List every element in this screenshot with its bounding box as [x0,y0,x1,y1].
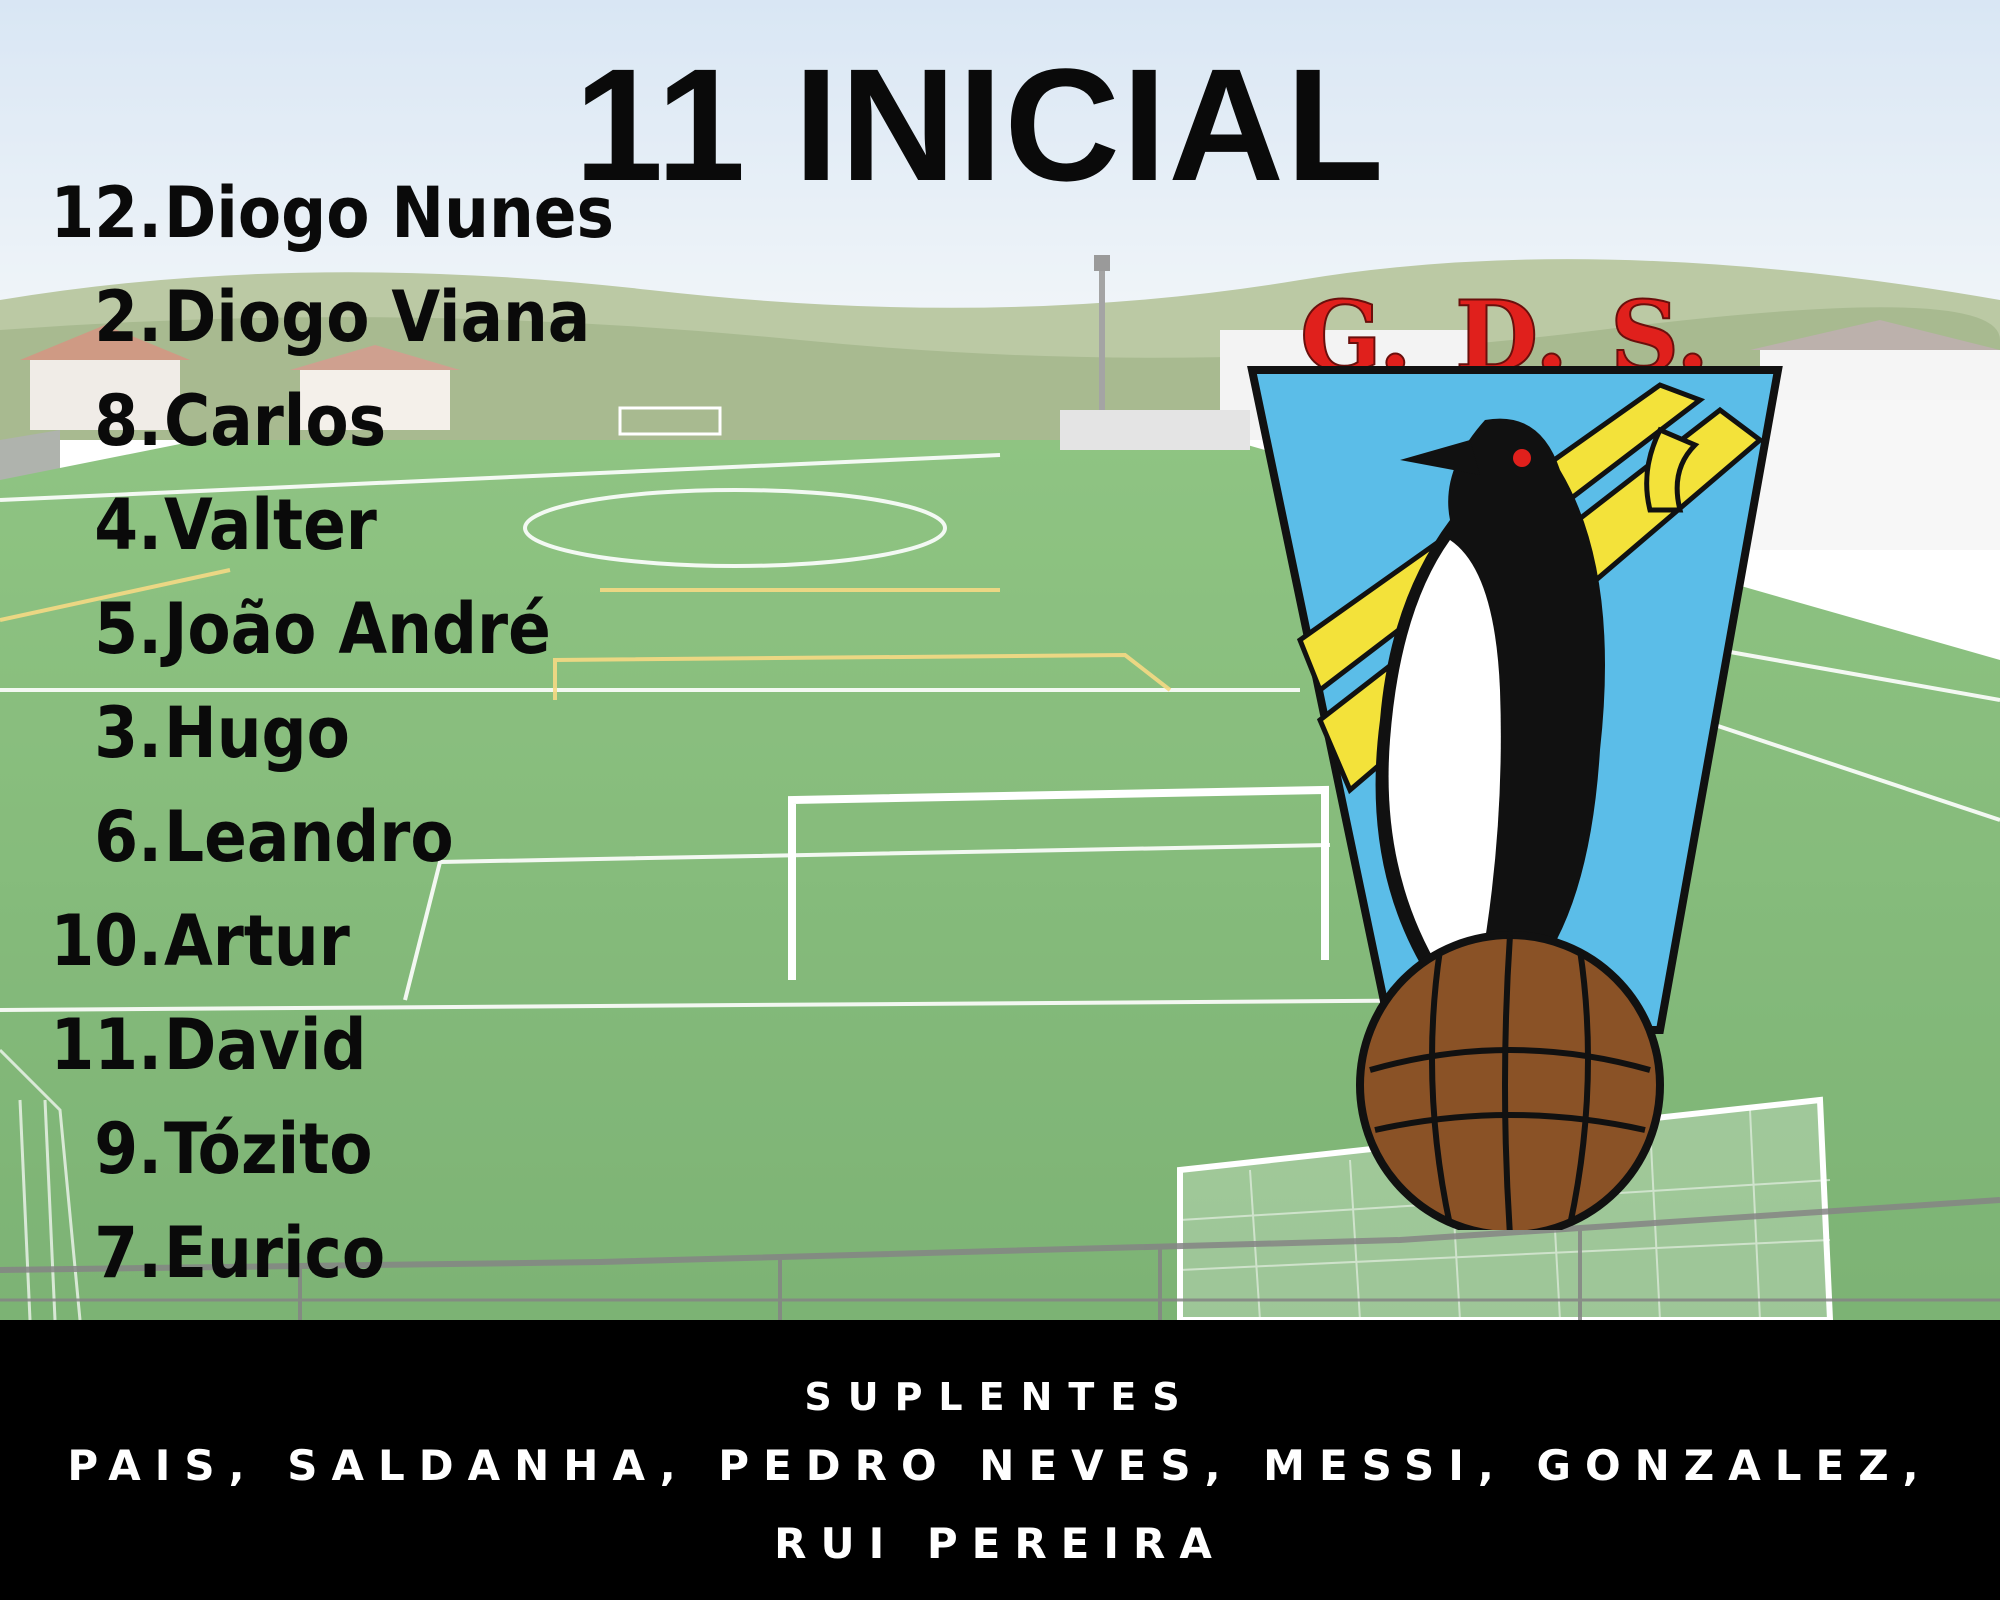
player-number: 8. [94,380,162,462]
substitutes-heading: SUPLENTES [804,1375,1196,1419]
lineup-item: 4.Valter [0,480,640,570]
lineup-item: 7.Eurico [0,1208,640,1298]
substitutes-panel: SUPLENTES PAIS, SALDANHA, PEDRO NEVES, M… [0,1320,2000,1600]
lineup-item: 11.David [0,1000,640,1090]
player-number: 10. [50,900,162,982]
lineup-item: 3.Hugo [0,688,640,778]
lineup-item: 10.Artur [0,896,640,986]
player-number: 2. [94,276,162,358]
player-number: 4. [94,484,162,566]
lineup-item: 12.Diogo Nunes [0,168,640,258]
player-number: 7. [94,1212,162,1294]
player-number: 5. [94,588,162,670]
lineup-poster: G. D. S. 11 INICIAL 12.Diogo Nunes 2.Dio… [0,0,2000,1600]
player-number: 3. [94,692,162,774]
player-name: João André [164,588,551,670]
substitutes-list-line-1: PAIS, SALDANHA, PEDRO NEVES, MESSI, GONZ… [67,1441,1933,1490]
lineup-item: 9.Tózito [0,1104,640,1194]
lineup-item: 2.Diogo Viana [0,272,640,362]
lineup-item: 8.Carlos [0,376,640,466]
player-name: Tózito [164,1108,373,1190]
player-name: Eurico [164,1212,386,1294]
player-name: Artur [164,900,350,982]
penguin-on-football-crest: G. D. S. [1247,279,1783,1230]
player-name: David [164,1004,367,1086]
player-number: 6. [94,796,162,878]
player-name: Carlos [164,380,387,462]
player-number: 12. [50,172,162,254]
player-name: Diogo Nunes [164,172,615,254]
player-name: Diogo Viana [164,276,591,358]
lineup-item: 5.João André [0,584,640,674]
player-number: 11. [50,1004,162,1086]
substitutes-list-line-2: RUI PEREIRA [774,1519,1226,1568]
player-number: 9. [94,1108,162,1190]
player-name: Valter [164,484,377,566]
lineup-item: 6.Leandro [0,792,640,882]
player-name: Leandro [164,796,454,878]
player-name: Hugo [164,692,350,774]
